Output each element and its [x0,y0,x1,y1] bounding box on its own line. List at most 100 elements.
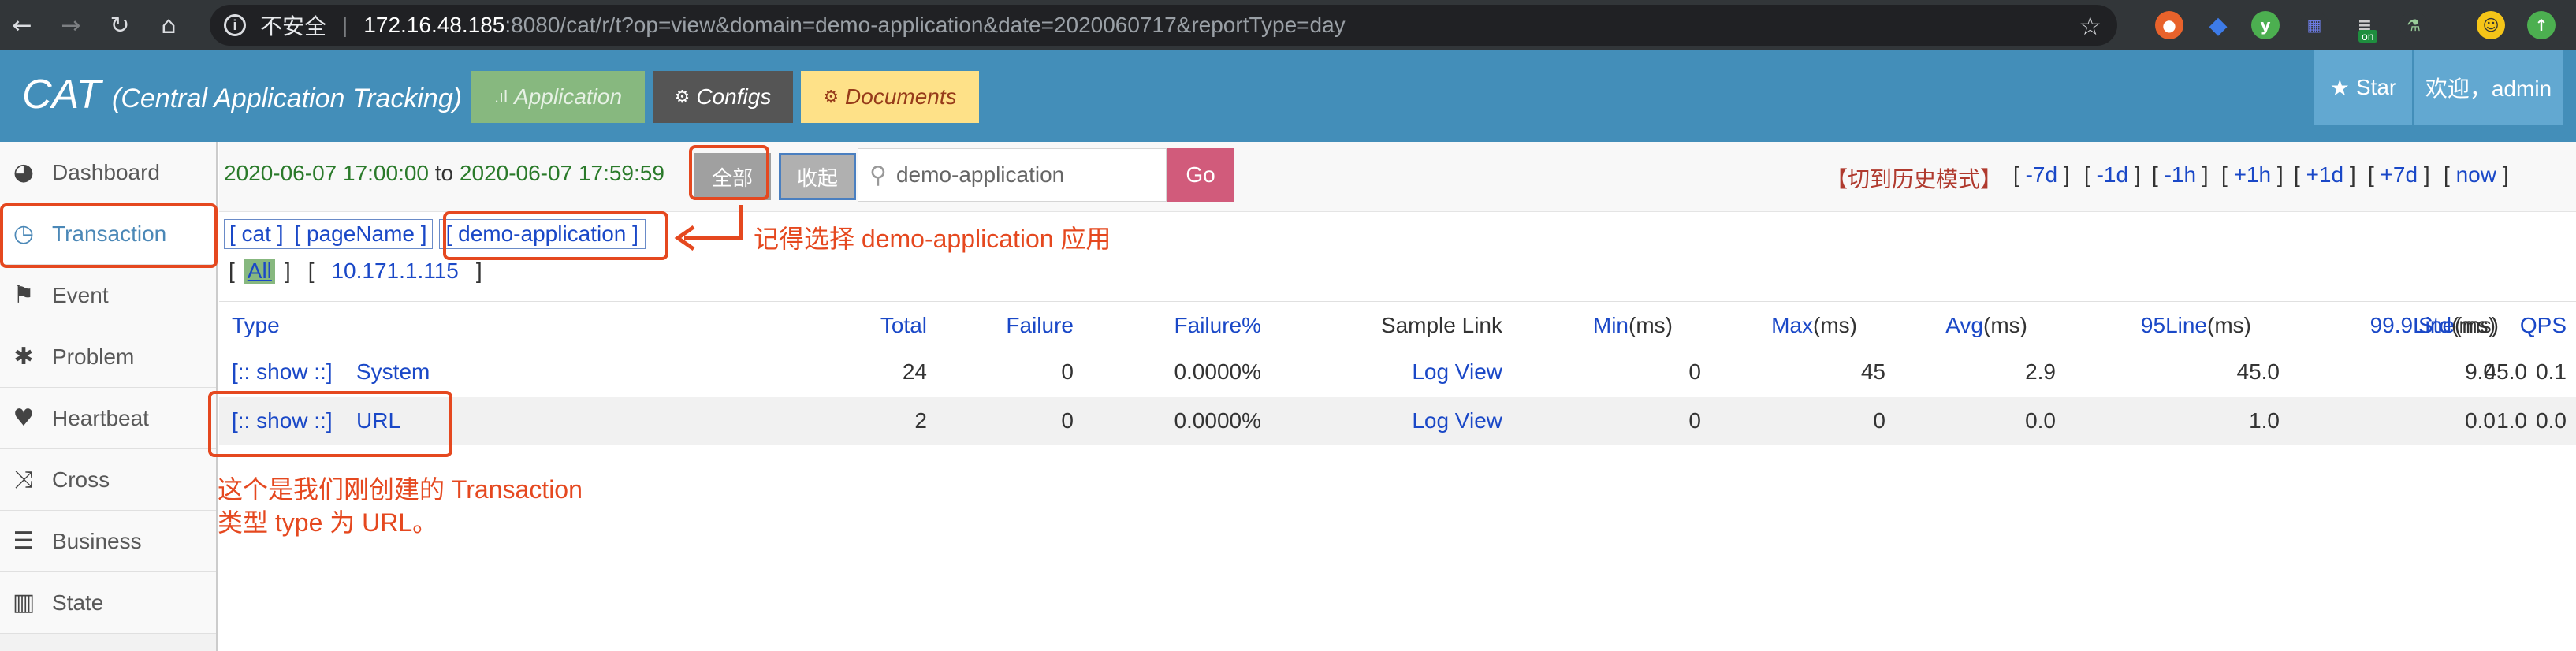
col-failure[interactable]: Failure [1006,313,1074,338]
quick-range-minus-7d[interactable]: [ -7d ] [2013,162,2070,188]
sidebar-item-state[interactable]: ▥ State [0,572,216,634]
go-button[interactable]: Go [1167,148,1234,202]
signal-bars-icon: .ıl [493,87,508,106]
cat-logo[interactable]: CAT [22,71,101,118]
time-range: 2020-06-07 17:00:00 to 2020-06-07 17:59:… [224,161,664,186]
sidebar-item-label: Cross [52,467,110,492]
gears-icon: ⚙ [823,87,839,106]
home-icon[interactable]: ⌂ [151,8,186,43]
col-qps[interactable]: QPS [2505,313,2567,338]
col-avg[interactable]: Avg(ms) [1945,313,2027,338]
annotation-box-url-row [208,391,452,457]
bar-chart-icon: ▥ [12,589,35,616]
forward-icon[interactable]: → [54,8,88,43]
col-total[interactable]: Total [880,313,927,338]
list-icon: ☰ [13,527,35,555]
cell-std: 0.0 [2465,408,2496,433]
quick-range-link[interactable]: +7d [2381,162,2418,187]
quick-range-plus-1d[interactable]: [ +1d ] [2294,162,2356,188]
star-icon: ★ [2329,74,2350,101]
quick-range-plus-7d[interactable]: [ +7d ] [2368,162,2430,188]
dashboard-icon: ◕ [13,158,35,186]
col-avg-label: Avg [1945,313,1984,337]
transaction-type-link[interactable]: System [356,359,430,385]
history-mode-link[interactable]: 【切到历史模式】 [1826,162,2002,194]
cat-subtitle: (Central Application Tracking) [112,84,463,113]
breadcrumb-item-pagename[interactable]: [ pageName ] [294,221,426,247]
extension-circle-icon[interactable]: ● [2155,11,2183,39]
star-button[interactable]: ★ Star [2314,50,2412,125]
sidebar-item-heartbeat[interactable]: ♥ Heartbeat [0,388,216,449]
sidebar-item-label: Problem [52,344,135,369]
cell-std: 9.0 [2465,359,2496,384]
col-sample-link: Sample Link [1380,313,1502,337]
update-arrow-icon[interactable]: ↑ [2527,11,2556,39]
sidebar-item-event[interactable]: ⚑ Event [0,265,216,326]
col-max[interactable]: Max(ms) [1771,313,1857,338]
security-label: 不安全 [260,14,327,39]
extension-bottle-icon[interactable]: ⚗ [2399,11,2428,39]
annotation-url-type-line2: 类型 type 为 URL。 [218,508,438,537]
extension-y-icon[interactable]: y [2251,11,2280,39]
col-std[interactable]: Std(ms) [2369,313,2496,338]
shuffle-icon: ⤨ [14,466,33,493]
bracket-open: [ [229,259,235,283]
bracket-close: ] [475,259,482,283]
extension-shield-icon[interactable]: ◆ [2204,11,2232,39]
col-95line-label: 95Line [2140,313,2208,337]
quick-range-link[interactable]: now [2456,162,2496,187]
configs-button[interactable]: ⚙ Configs [653,71,793,123]
back-icon[interactable]: ← [5,8,39,43]
cell-failure-pct: 0.0000% [1174,359,1261,384]
quick-range-link[interactable]: -7d [2026,162,2057,187]
quick-range-minus-1h[interactable]: [ -1h ] [2152,162,2209,188]
reload-icon[interactable]: ↻ [102,8,137,43]
extension-grid-icon[interactable]: ▦ [2300,11,2328,39]
cell-avg: 0.0 [2025,408,2056,433]
col-failure-pct[interactable]: Failure% [1174,313,1261,338]
application-button[interactable]: .ıl Application [471,71,645,123]
cell-max: 45 [1860,359,1885,384]
ip-filter-item[interactable]: 10.171.1.115 [331,259,458,284]
user-welcome[interactable]: 欢迎，admin [2414,50,2563,125]
url-path: :8080/cat/r/t?op=view&domain=demo-applic… [504,13,1346,37]
domain-search[interactable]: ⚲ [858,148,1167,202]
sidebar-item-label: Business [52,528,142,553]
quick-range-link[interactable]: +1d [2306,162,2344,187]
log-view-link[interactable]: Log View [1412,408,1502,433]
log-view-link[interactable]: Log View [1412,359,1502,385]
sidebar-item-problem[interactable]: ✱ Problem [0,326,216,388]
address-bar[interactable]: i 不安全 | 172.16.48.185:8080/cat/r/t?op=vi… [210,5,2117,46]
show-toggle[interactable]: [:: show ::] [232,359,333,385]
annotation-box-domain [443,211,668,260]
info-icon[interactable]: i [224,14,246,36]
flag-icon: ⚑ [13,281,35,309]
quick-range-link[interactable]: -1h [2165,162,2196,187]
sidebar-item-business[interactable]: ☰ Business [0,511,216,572]
domain-search-input[interactable] [894,162,1150,188]
sidebar-item-dashboard[interactable]: ◕ Dashboard [0,142,216,203]
profile-avatar-icon[interactable]: ☺ [2477,11,2505,39]
star-button-label: Star [2355,75,2397,99]
documents-button[interactable]: ⚙ Documents [801,71,979,123]
cell-failure: 0 [1061,408,1074,433]
sidebar-item-cross[interactable]: ⤨ Cross [0,449,216,511]
cell-failure-pct: 0.0000% [1174,408,1261,433]
table-row: [:: show ::] System 24 0 0.0000% Log Vie… [219,348,2576,396]
documents-button-label: Documents [845,84,957,109]
ip-filter-all[interactable]: All [244,259,275,284]
fold-button[interactable]: 收起 [779,153,856,200]
quick-range-link[interactable]: -1d [2097,162,2128,187]
quick-range-plus-1h[interactable]: [ +1h ] [2221,162,2284,188]
bookmark-star-icon[interactable]: ☆ [2079,11,2101,41]
cell-max: 0 [1873,408,1885,433]
col-min[interactable]: Min(ms) [1593,313,1673,338]
col-95line[interactable]: 95Line(ms) [2141,313,2251,338]
breadcrumb-item-cat[interactable]: [ cat ] [229,221,283,247]
quick-range-now[interactable]: [ now ] [2444,162,2509,188]
col-type[interactable]: Type [232,313,280,338]
quick-range-minus-1d[interactable]: [ -1d ] [2084,162,2141,188]
quick-range-link[interactable]: +1h [2234,162,2272,187]
gears-icon: ⚙ [674,87,691,106]
ms-unit: (ms) [2207,313,2251,337]
